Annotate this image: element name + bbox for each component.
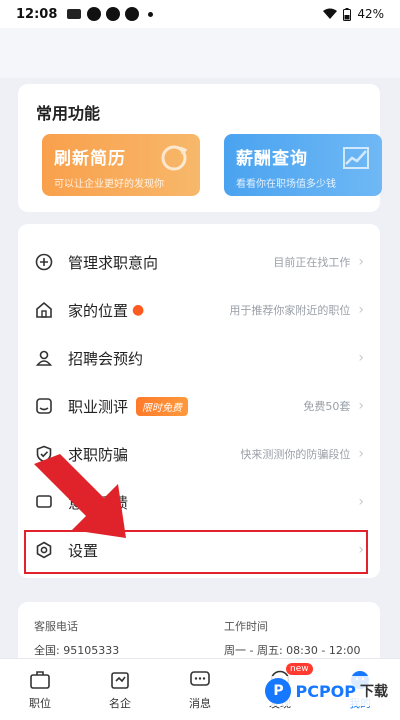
more-notifications-icon — [148, 11, 154, 17]
tab-messages[interactable]: 消息 — [160, 659, 240, 720]
message-icon — [190, 670, 210, 686]
menu-item-hint: 免费50套 — [303, 400, 351, 413]
section-title: 常用功能 — [36, 104, 101, 123]
common-functions-card: 常用功能 刷新简历 可以让企业更好的发现你 薪酬查询 看看你在职场值多少钱 — [18, 84, 382, 212]
service-hours-label: 工作时间 — [224, 620, 268, 633]
status-right: 42% — [323, 7, 384, 21]
person-icon — [34, 348, 54, 368]
notification-dot-icon — [87, 7, 102, 21]
salary-query-tile[interactable]: 薪酬查询 看看你在职场值多少钱 — [224, 134, 382, 196]
pcpop-watermark: P PCPOP 下载 — [261, 676, 392, 706]
menu-item-label: 管理求职意向 — [68, 253, 159, 272]
menu-item-job-intention[interactable]: 管理求职意向 目前正在找工作 › — [18, 238, 380, 286]
tab-label: 名企 — [109, 696, 131, 710]
chevron-right-icon: › — [358, 446, 364, 462]
service-hours-value: 周一 - 周五: 08:30 - 12:00 — [224, 644, 361, 657]
add-circle-icon — [34, 252, 54, 272]
service-phone-value[interactable]: 全国: 95105333 — [34, 642, 119, 658]
refresh-resume-tile[interactable]: 刷新简历 可以让企业更好的发现你 — [42, 134, 200, 196]
menu-item-label: 家的位置 — [68, 301, 129, 320]
menu-item-home-location[interactable]: 家的位置 ● 用于推荐你家附近的职位 › — [18, 286, 380, 334]
chevron-right-icon: › — [358, 350, 364, 366]
tab-label: 消息 — [189, 696, 211, 710]
youtube-icon — [67, 9, 82, 19]
menu-item-job-fair[interactable]: 招聘会预约 › — [18, 334, 380, 382]
menu-item-career-test[interactable]: 职业测评 限时免费 免费50套 › — [18, 382, 380, 430]
home-icon — [34, 300, 54, 320]
tile-subtitle: 可以让企业更好的发现你 — [54, 179, 164, 190]
chevron-right-icon: › — [358, 302, 364, 318]
menu-item-hint: 目前正在找工作 — [273, 256, 351, 269]
menu-item-label: 职业测评 — [68, 397, 129, 416]
menu-item-label: 招聘会预约 — [68, 349, 144, 368]
briefcase-icon — [30, 670, 50, 689]
new-badge: new — [286, 663, 313, 675]
status-bar: 12:08 42% — [0, 0, 400, 28]
chevron-right-icon: › — [358, 398, 364, 414]
tile-subtitle: 看看你在职场值多少钱 — [236, 179, 336, 190]
watermark-text-suffix: 下载 — [360, 684, 388, 700]
fire-icon: ● — [132, 302, 145, 318]
tab-jobs[interactable]: 职位 — [0, 659, 80, 720]
limited-free-badge: 限时免费 — [136, 396, 189, 416]
menu-item-hint: 用于推荐你家附近的职位 — [229, 304, 351, 317]
tab-label: 职位 — [29, 696, 51, 710]
service-phone-label: 客服电话 — [34, 620, 78, 633]
chevron-right-icon: › — [358, 542, 364, 558]
red-arrow-icon — [34, 454, 126, 538]
pcpop-logo-icon: P — [265, 678, 292, 704]
assessment-icon — [34, 396, 54, 416]
status-time: 12:08 — [16, 6, 58, 22]
trend-chart-icon — [343, 147, 369, 169]
wifi-icon — [323, 8, 338, 19]
company-icon — [111, 671, 129, 689]
notification-dot-icon — [106, 7, 121, 21]
battery-level: 42% — [357, 7, 384, 21]
chevron-right-icon: › — [358, 494, 364, 510]
menu-item-hint: 快来测测你的防骗段位 — [240, 448, 351, 461]
refresh-icon — [161, 145, 188, 171]
header-area — [0, 28, 400, 78]
notification-dot-icon — [125, 7, 140, 21]
watermark-text: PCPOP — [295, 681, 356, 701]
battery-icon — [343, 7, 352, 21]
chevron-right-icon: › — [358, 254, 364, 270]
tab-companies[interactable]: 名企 — [80, 659, 160, 720]
